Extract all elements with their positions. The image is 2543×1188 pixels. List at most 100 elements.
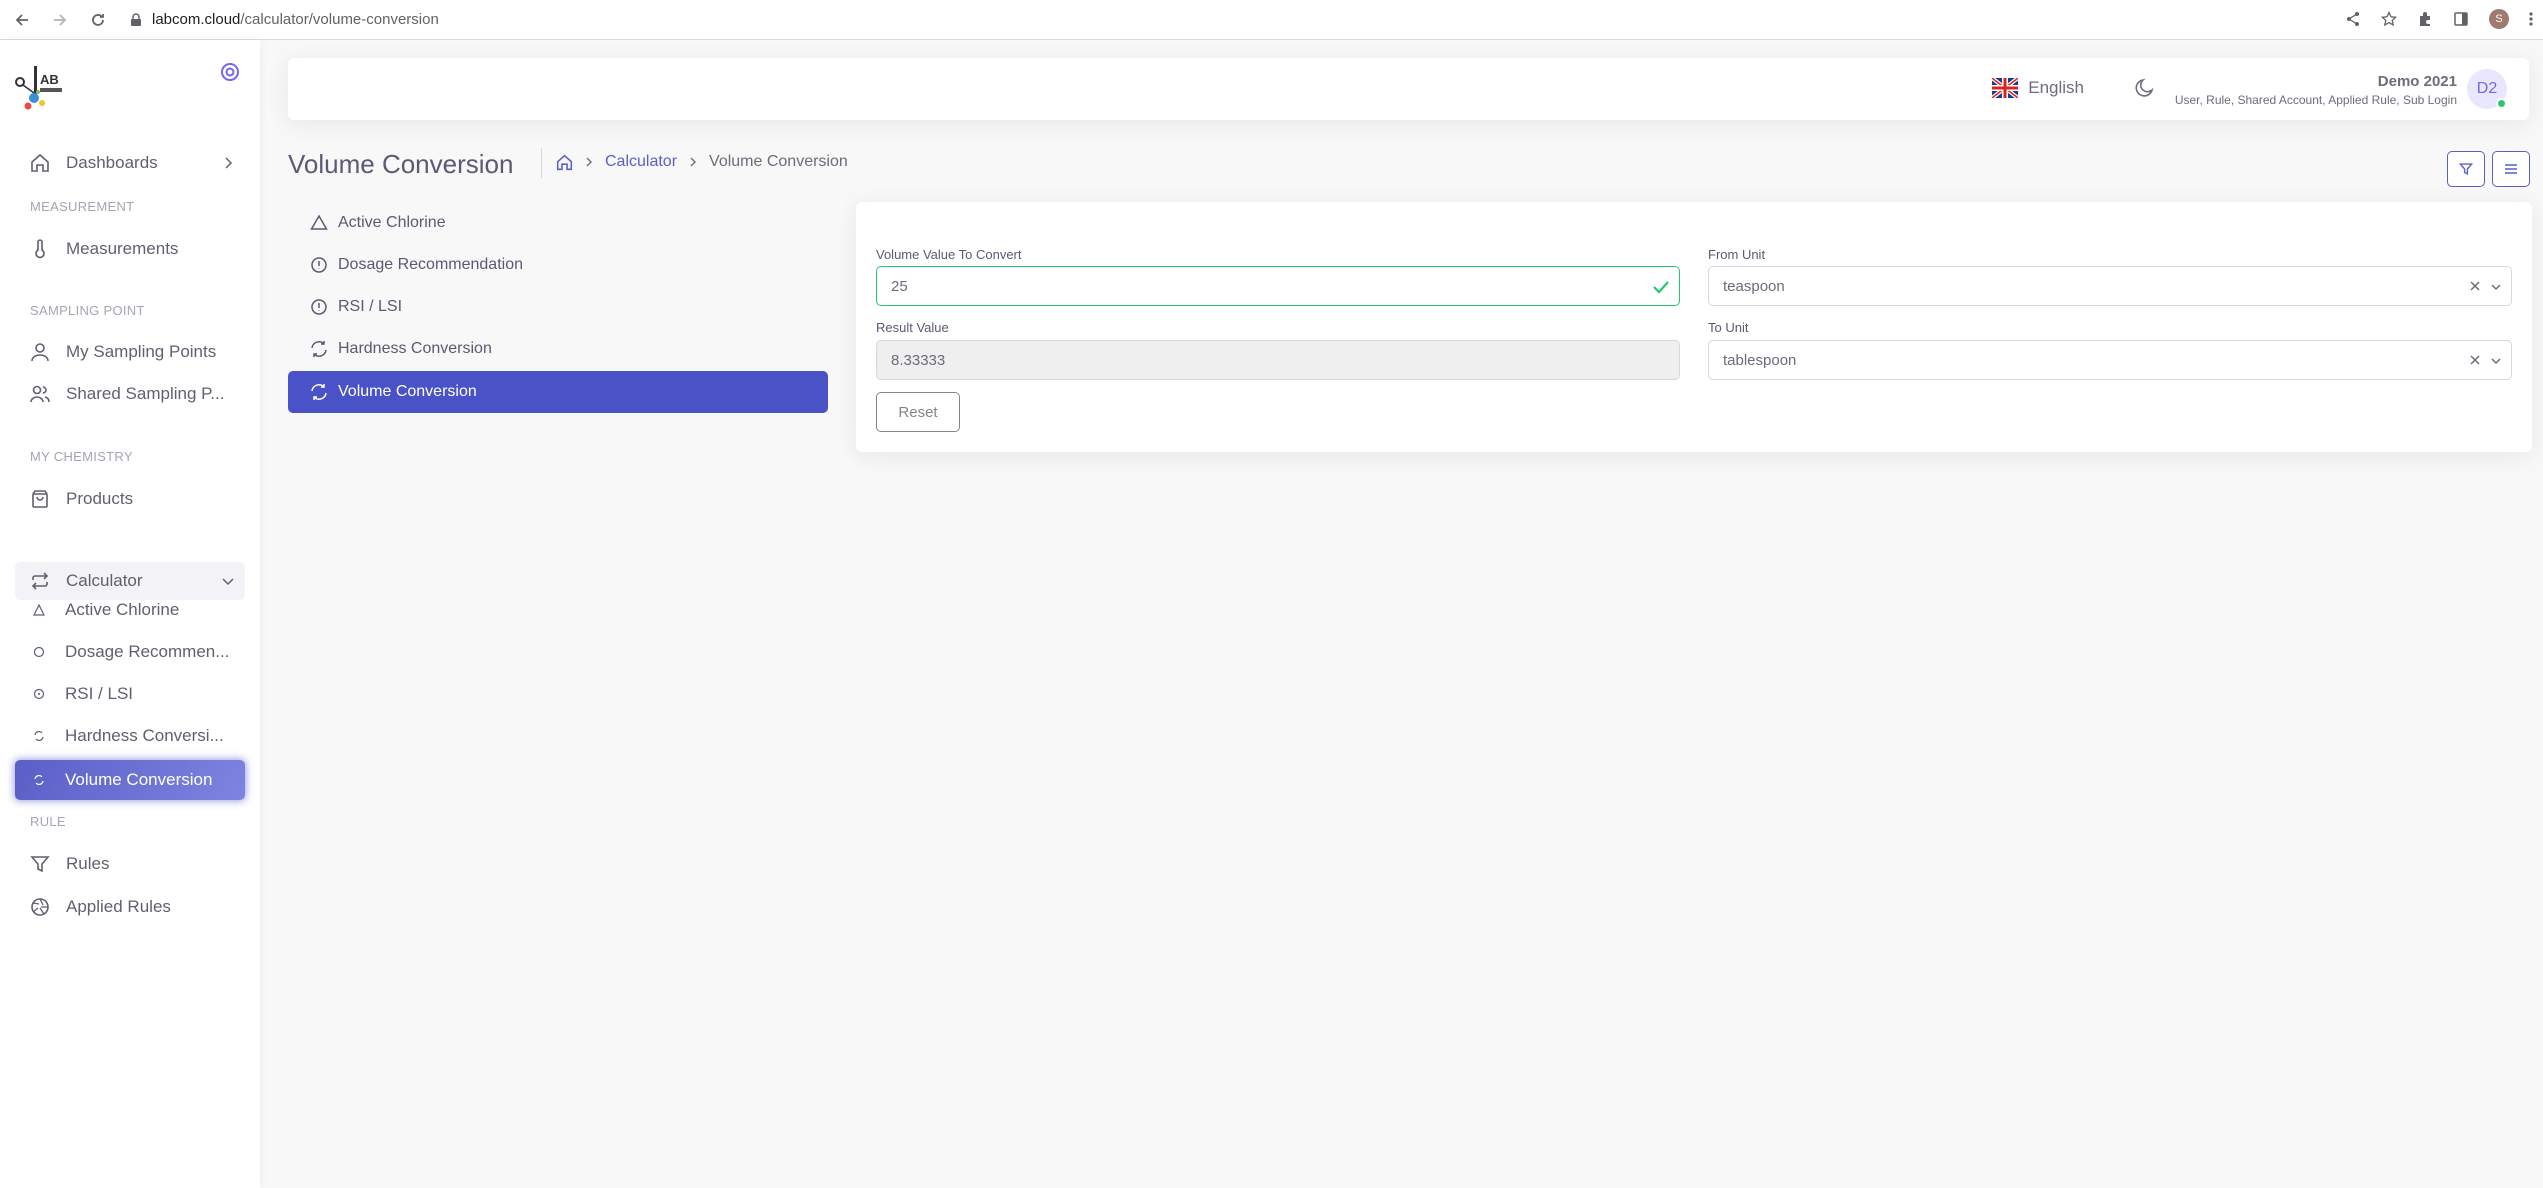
circle-icon xyxy=(33,646,45,658)
calc-menu-label: Hardness Conversion xyxy=(338,340,492,357)
calc-menu-volume-conversion[interactable]: Volume Conversion xyxy=(288,371,828,413)
to-unit-label: To Unit xyxy=(1708,320,1749,335)
volume-value-input[interactable]: 25 xyxy=(876,266,1680,306)
sidepanel-icon[interactable] xyxy=(2453,11,2469,27)
result-value-text: 8.33333 xyxy=(891,351,946,369)
section-header-rule: RULE xyxy=(30,814,66,829)
address-bar[interactable]: labcom.cloud/calculator/volume-conversio… xyxy=(130,11,439,28)
sidebar-subitem-active-chlorine[interactable]: Active Chlorine xyxy=(15,590,245,630)
users-icon xyxy=(30,384,50,404)
calc-menu-label: RSI / LSI xyxy=(338,298,403,315)
sidebar-item-label: Applied Rules xyxy=(66,897,171,916)
sidebar-subitem-hardness-conversion[interactable]: Hardness Conversi... xyxy=(15,716,245,756)
clear-icon[interactable] xyxy=(2469,280,2481,292)
section-header-measurement: MEASUREMENT xyxy=(30,199,135,214)
sidebar-item-applied-rules[interactable]: Applied Rules xyxy=(15,888,245,926)
from-unit-value: teaspoon xyxy=(1723,277,1785,295)
shopping-bag-icon xyxy=(30,489,50,509)
filter-icon xyxy=(30,854,50,874)
language-selector[interactable]: English xyxy=(1992,78,2084,98)
url-path: /calculator/volume-conversion xyxy=(240,11,439,28)
online-status-dot xyxy=(2496,98,2507,109)
breadcrumb-current: Volume Conversion xyxy=(709,153,848,170)
breadcrumb: Calculator Volume Conversion xyxy=(556,153,848,171)
sidebar-collapse-toggle-icon[interactable] xyxy=(220,62,240,82)
back-arrow-icon[interactable] xyxy=(12,10,32,30)
conversion-form-card: Volume Value To Convert 25 From Unit tea… xyxy=(856,202,2532,452)
share-icon[interactable] xyxy=(2345,11,2361,27)
labcom-logo[interactable]: AB xyxy=(12,60,68,110)
alert-triangle-icon xyxy=(310,214,328,232)
chevron-down-icon[interactable] xyxy=(2489,280,2503,294)
avatar[interactable]: D2 xyxy=(2467,69,2507,109)
sidebar-item-label: Active Chlorine xyxy=(65,600,180,619)
check-icon xyxy=(1651,277,1671,297)
extensions-icon[interactable] xyxy=(2417,11,2433,27)
sidebar-item-rules[interactable]: Rules xyxy=(15,845,245,883)
moon-icon[interactable] xyxy=(2134,77,2156,99)
page-title: Volume Conversion xyxy=(288,149,514,179)
clear-icon[interactable] xyxy=(2469,354,2481,366)
forward-arrow-icon[interactable] xyxy=(50,10,70,30)
volume-value-text: 25 xyxy=(891,277,908,295)
avatar-initials: D2 xyxy=(2476,80,2498,97)
menu-icon xyxy=(2504,162,2518,176)
calc-menu-label: Active Chlorine xyxy=(338,214,446,231)
top-navbar: English Demo 2021 User, Rule, Shared Acc… xyxy=(288,58,2529,120)
sidebar-item-label: Shared Sampling P... xyxy=(66,384,225,403)
sidebar-subitem-volume-conversion[interactable]: Volume Conversion xyxy=(15,760,245,800)
refresh-icon xyxy=(33,774,45,786)
user-icon xyxy=(30,342,50,362)
calc-menu-rsi-lsi[interactable]: RSI / LSI xyxy=(288,286,828,328)
refresh-icon xyxy=(310,340,328,358)
filter-button[interactable] xyxy=(2447,151,2485,187)
more-vert-icon[interactable] xyxy=(2529,11,2533,27)
calc-menu-dosage-recommendation[interactable]: Dosage Recommendation xyxy=(288,244,828,286)
star-icon[interactable] xyxy=(2381,11,2397,27)
to-unit-select[interactable]: tablespoon xyxy=(1708,340,2512,380)
volume-value-label: Volume Value To Convert xyxy=(876,247,1022,262)
thermometer-icon xyxy=(30,239,50,259)
svg-text:AB: AB xyxy=(40,72,59,87)
sidebar-item-label: Products xyxy=(66,489,134,508)
repeat-icon xyxy=(30,571,50,591)
sidebar-item-measurements[interactable]: Measurements xyxy=(15,230,245,268)
reload-icon[interactable] xyxy=(88,10,108,30)
alert-circle-icon xyxy=(33,688,45,700)
home-icon[interactable] xyxy=(556,154,573,171)
sidebar-item-label: Rules xyxy=(66,854,110,873)
sidebar-item-products[interactable]: Products xyxy=(15,480,245,518)
chevron-right-icon xyxy=(221,156,235,170)
result-value-label: Result Value xyxy=(876,320,949,335)
sidebar-item-label: Hardness Conversi... xyxy=(65,726,224,745)
result-value-field: 8.33333 xyxy=(876,340,1680,380)
section-header-my-chemistry: MY CHEMISTRY xyxy=(30,449,133,464)
calc-menu-active-chlorine[interactable]: Active Chlorine xyxy=(288,202,828,244)
calc-menu-hardness-conversion[interactable]: Hardness Conversion xyxy=(288,328,828,370)
chevron-right-icon xyxy=(687,156,699,168)
sidebar-item-label: Dashboards xyxy=(66,153,158,172)
lock-icon xyxy=(130,12,142,27)
sidebar-item-my-sampling-points[interactable]: My Sampling Points xyxy=(15,333,245,371)
menu-button[interactable] xyxy=(2492,151,2530,187)
sidebar-item-dashboards[interactable]: Dashboards xyxy=(15,144,245,182)
alert-triangle-icon xyxy=(33,604,45,616)
user-name[interactable]: Demo 2021 xyxy=(2378,73,2457,90)
breadcrumb-calculator-link[interactable]: Calculator xyxy=(605,153,677,171)
filter-icon xyxy=(2459,162,2473,176)
sidebar-item-label: Calculator xyxy=(66,571,143,590)
home-icon xyxy=(30,153,50,173)
calc-menu-label: Volume Conversion xyxy=(338,383,477,400)
breadcrumb-divider xyxy=(541,148,542,178)
language-label: English xyxy=(2028,78,2084,97)
sidebar-item-shared-sampling-points[interactable]: Shared Sampling P... xyxy=(15,375,245,413)
reset-button[interactable]: Reset xyxy=(876,392,960,432)
section-header-sampling-point: SAMPLING POINT xyxy=(30,303,145,318)
sidebar-subitem-dosage-recommendation[interactable]: Dosage Recommen... xyxy=(15,632,245,672)
sidebar-subitem-rsi-lsi[interactable]: RSI / LSI xyxy=(15,674,245,714)
from-unit-label: From Unit xyxy=(1708,247,1766,262)
from-unit-select[interactable]: teaspoon xyxy=(1708,266,2512,306)
browser-profile-avatar[interactable]: S xyxy=(2489,9,2509,29)
refresh-icon xyxy=(33,730,45,742)
chevron-down-icon[interactable] xyxy=(2489,354,2503,368)
